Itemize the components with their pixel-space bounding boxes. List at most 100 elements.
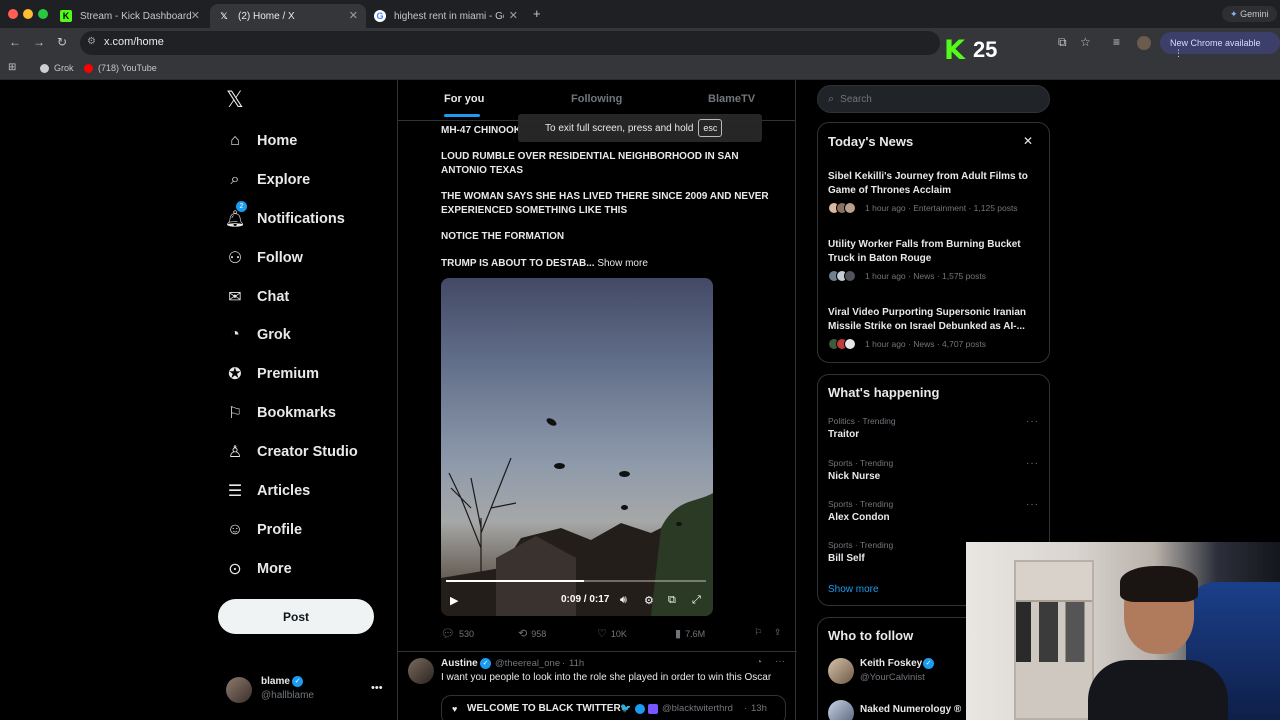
news-headline: Utility Worker Falls from Burning Bucket… (828, 239, 1021, 264)
quoted-post[interactable]: ♥ WELCOME TO BLACK TWITTER 🐦 @blacktwite… (441, 695, 786, 720)
nav-item-bookmarks[interactable]: ⚐ Bookmarks (226, 400, 336, 426)
views-button[interactable]: ▮ 7.6M (675, 627, 705, 640)
site-info-icon[interactable]: ⚙ (87, 36, 96, 47)
account-switcher[interactable]: blame ✓ @hallblame ••• (226, 676, 386, 706)
apps-grid-icon[interactable]: ⊞ (8, 62, 16, 73)
fullscreen-icon[interactable]: ⤢ (692, 594, 701, 607)
like-button[interactable]: ♡ 10K (597, 627, 627, 640)
card-title: Today's News (828, 134, 914, 149)
nav-item-grok[interactable]: ◔ Grok (226, 322, 291, 348)
search-input[interactable]: ⌕ Search (817, 85, 1050, 113)
profile-icon: ☺ (226, 521, 244, 538)
nav-item-premium[interactable]: ✪ Premium (226, 361, 319, 387)
esc-key-hint: esc (698, 119, 723, 137)
viewer-count: 25 (972, 37, 998, 62)
nav-label: Notifications (257, 211, 345, 227)
post-button[interactable]: Post (218, 599, 374, 634)
reply-button[interactable]: 💬︎ 530 (441, 627, 474, 640)
more-dots-icon[interactable]: ··· (1026, 499, 1039, 510)
trend-category: Sports · Trending (828, 540, 894, 550)
tab-following[interactable]: Following (571, 93, 622, 105)
more-dots-icon[interactable]: ••• (371, 682, 383, 694)
close-icon[interactable]: ✕ (1023, 134, 1033, 148)
minimize-window-dot[interactable] (23, 9, 33, 19)
more-dots-icon[interactable]: ··· (1026, 416, 1039, 427)
verified-badge-icon: ✓ (923, 658, 934, 669)
bookmark-grok[interactable]: Grok (40, 63, 74, 73)
close-tab-icon[interactable]: ✕ (349, 9, 358, 22)
google-icon: G (374, 10, 386, 22)
play-icon[interactable]: ▶ (450, 594, 458, 607)
repost-button[interactable]: ⟲ 958 (518, 627, 546, 640)
close-tab-icon[interactable]: ✕ (509, 9, 518, 22)
more-icon: ⊙ (228, 561, 242, 578)
cast-icon[interactable]: ⧉ (1058, 35, 1067, 50)
nav-item-profile[interactable]: ☺ Profile (226, 517, 302, 543)
news-meta: 1 hour ago · Entertainment · 1,125 posts (865, 203, 1018, 213)
nav-label: Chat (257, 289, 290, 305)
video-progress-bar[interactable] (446, 580, 706, 582)
author-name[interactable]: Austine (441, 658, 478, 669)
tab-blametv[interactable]: BlameTV (708, 93, 755, 105)
avatar (844, 202, 856, 214)
tab-x-home[interactable]: 𝕏 (2) Home / X ✕ (210, 4, 366, 28)
x-logo[interactable]: 𝕏 (226, 88, 244, 113)
reading-list-icon[interactable]: ≡ (1113, 35, 1120, 49)
show-more-link[interactable]: Show more (828, 584, 879, 595)
trend-item[interactable]: Sports · Trending Alex Condon ··· (818, 499, 1051, 531)
nav-item-notifications[interactable]: 🔔︎ 2 Notifications (225, 201, 345, 232)
grok-icon[interactable]: ◔ (756, 657, 762, 668)
post-line: NOTICE THE FORMATION (441, 231, 565, 242)
video-player[interactable]: ▶ 0:09 / 0:17 🔊︎ ⚙ ⧉ ⤢ (441, 278, 713, 616)
creator-studio-icon: ♙ (227, 444, 243, 461)
nav-item-home[interactable]: ⌂ Home (226, 128, 297, 154)
trend-item[interactable]: Politics · Trending Traitor ··· (818, 416, 1051, 448)
todays-news-card: Today's News ✕ Sibel Kekilli's Journey f… (817, 122, 1050, 363)
gemini-button[interactable]: ✦ Gemini (1222, 6, 1277, 22)
show-more-link[interactable]: Show more (597, 258, 648, 269)
tab-kick-dashboard[interactable]: K Stream - Kick Dashboard ✕ (52, 4, 208, 28)
post-time[interactable]: 11h (569, 658, 584, 669)
close-tab-icon[interactable]: ✕ (191, 9, 200, 22)
kebab-menu-icon[interactable]: ⋮ (1174, 48, 1183, 58)
share-icon[interactable]: ⇪ (774, 627, 782, 638)
trend-item[interactable]: Sports · Trending Nick Nurse ··· (818, 458, 1051, 490)
nav-item-more[interactable]: ⊙ More (226, 556, 291, 582)
author-handle[interactable]: @theereal_one (495, 658, 560, 669)
news-item[interactable]: Utility Worker Falls from Burning Bucket… (818, 238, 1051, 288)
more-dots-icon[interactable]: ··· (1026, 458, 1039, 469)
nav-item-explore[interactable]: ⌕ Explore (226, 167, 311, 193)
nav-item-chat[interactable]: ✉ Chat (226, 284, 289, 310)
profile-avatar[interactable] (1137, 36, 1151, 50)
tab-google-search[interactable]: G highest rent in miami - Google ✕ (366, 4, 526, 28)
reload-icon[interactable]: ↻ (57, 35, 67, 49)
post-card[interactable]: Austine ✓ @theereal_one · 11h ◔ ··· I wa… (398, 651, 797, 720)
tab-for-you[interactable]: For you (444, 93, 484, 105)
bookmark-youtube[interactable]: (718) YouTube (84, 63, 157, 73)
forward-icon[interactable]: → (33, 35, 45, 49)
volume-icon[interactable]: 🔊︎ (620, 594, 627, 607)
news-item[interactable]: Viral Video Purporting Supersonic Irania… (818, 306, 1051, 356)
active-tab-indicator (444, 114, 480, 117)
news-item[interactable]: Sibel Kekilli's Journey from Adult Films… (818, 170, 1051, 220)
picture-in-picture-icon[interactable]: ⧉ (668, 594, 676, 607)
nav-item-follow[interactable]: ⚇ Follow (226, 245, 303, 271)
bookmark-label: Grok (54, 63, 74, 73)
address-bar[interactable]: ⚙ x.com/home (80, 31, 940, 55)
settings-icon[interactable]: ⚙ (644, 594, 654, 607)
bookmark-star-icon[interactable]: ☆ (1080, 35, 1091, 49)
back-icon[interactable]: ← (9, 35, 21, 49)
quoted-post-time-prefix: · (744, 703, 748, 714)
new-tab-icon[interactable]: + (533, 6, 541, 21)
account-handle: @hallblame (261, 690, 314, 701)
close-window-dot[interactable] (8, 9, 18, 19)
helicopter-silhouette (621, 505, 628, 510)
views-chart-icon: ▮ (675, 628, 682, 640)
more-dots-icon[interactable]: ··· (775, 656, 785, 667)
repost-icon: ⟲ (518, 628, 528, 640)
nav-item-creator-studio[interactable]: ♙ Creator Studio (226, 439, 358, 465)
maximize-window-dot[interactable] (38, 9, 48, 19)
nav-item-articles[interactable]: ☰ Articles (226, 478, 310, 504)
new-chrome-available-button[interactable]: New Chrome available ⋮ (1160, 32, 1280, 58)
bookmark-icon[interactable]: ⚐ (754, 627, 762, 638)
